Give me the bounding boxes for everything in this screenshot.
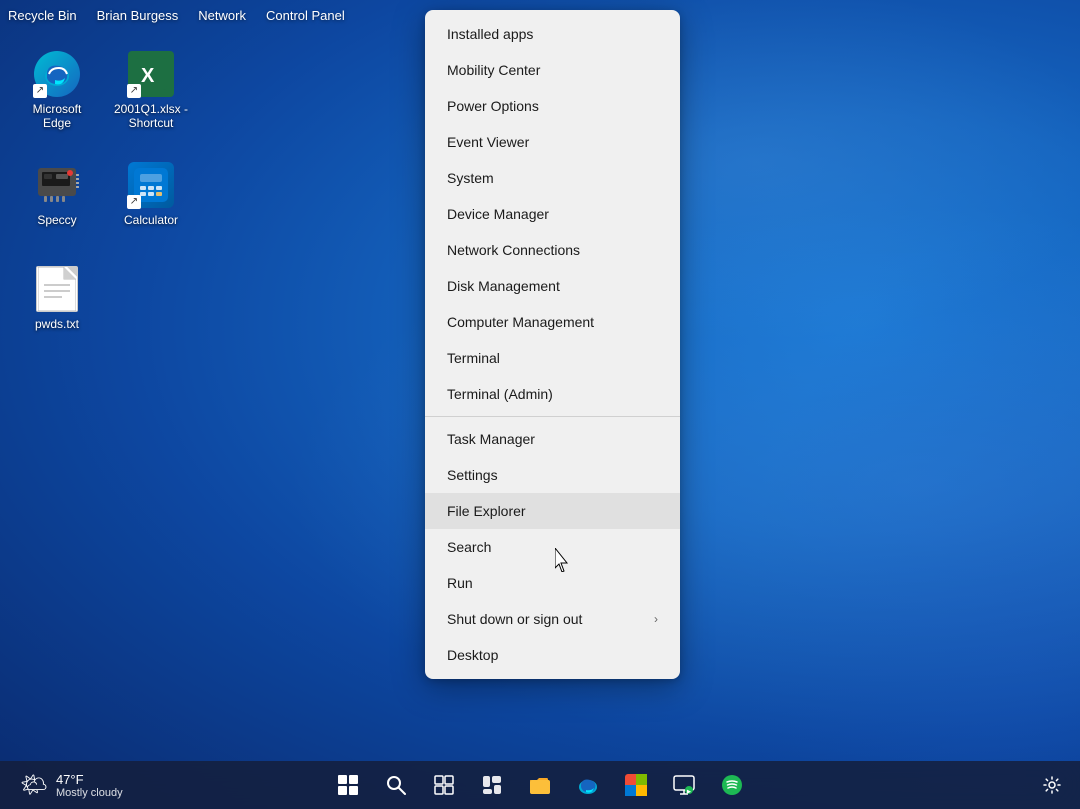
excel-label: 2001Q1.xlsx -Shortcut	[114, 102, 188, 131]
edge-icon-image: ↗	[33, 50, 81, 98]
menu-item-disk-management[interactable]: Disk Management	[425, 268, 680, 304]
txt-icon-image	[33, 265, 81, 313]
icon-speccy[interactable]: Speccy	[12, 144, 102, 244]
pwds-label: pwds.txt	[35, 317, 79, 331]
file-explorer-taskbar-button[interactable]	[520, 765, 560, 805]
menu-item-task-manager[interactable]: Task Manager	[425, 421, 680, 457]
menu-item-run[interactable]: Run	[425, 565, 680, 601]
menu-item-search[interactable]: Search	[425, 529, 680, 565]
svg-text:X: X	[141, 65, 155, 87]
menu-separator-1	[425, 416, 680, 417]
calc-label: Calculator	[124, 213, 178, 227]
weather-temp: 47°F	[56, 772, 123, 787]
desktop-icons: ↗ MicrosoftEdge X ↗ 2001Q1.xlsx -Shortcu…	[0, 0, 420, 809]
taskbar-center: ▶	[328, 765, 752, 805]
taskbar-left: 🌤 47°F Mostly cloudy	[12, 768, 131, 803]
menu-item-power-options[interactable]: Power Options	[425, 88, 680, 124]
weather-icon: 🌤	[20, 772, 48, 798]
settings-tray-icon[interactable]	[1036, 769, 1068, 801]
speccy-icon-image	[33, 161, 81, 209]
search-button[interactable]	[376, 765, 416, 805]
weather-text: 47°F Mostly cloudy	[56, 772, 123, 799]
desktop: Recycle Bin Brian Burgess Network Contro…	[0, 0, 1080, 809]
weather-desc: Mostly cloudy	[56, 787, 123, 799]
menu-item-computer-management[interactable]: Computer Management	[425, 304, 680, 340]
menu-item-network-connections[interactable]: Network Connections	[425, 232, 680, 268]
excel-icon-image: X ↗	[127, 50, 175, 98]
weather-widget[interactable]: 🌤 47°F Mostly cloudy	[12, 768, 131, 803]
widgets-button[interactable]	[472, 765, 512, 805]
start-button[interactable]	[328, 765, 368, 805]
excel-shortcut-arrow: ↗	[127, 84, 141, 98]
menu-item-shut-down[interactable]: Shut down or sign out ›	[425, 601, 680, 637]
menu-item-system[interactable]: System	[425, 160, 680, 196]
task-view-button[interactable]	[424, 765, 464, 805]
menu-item-device-manager[interactable]: Device Manager	[425, 196, 680, 232]
edge-taskbar-button[interactable]	[568, 765, 608, 805]
menu-item-terminal-admin[interactable]: Terminal (Admin)	[425, 376, 680, 412]
speccy-label: Speccy	[37, 213, 76, 227]
icon-calculator[interactable]: ↗ Calculator	[106, 144, 196, 244]
edge-shortcut-arrow: ↗	[33, 84, 47, 98]
menu-item-event-viewer[interactable]: Event Viewer	[425, 124, 680, 160]
icon-edge[interactable]: ↗ MicrosoftEdge	[12, 40, 102, 140]
store-taskbar-button[interactable]	[616, 765, 656, 805]
spotify-taskbar-button[interactable]	[712, 765, 752, 805]
menu-item-file-explorer[interactable]: File Explorer	[425, 493, 680, 529]
icon-excel[interactable]: X ↗ 2001Q1.xlsx -Shortcut	[106, 40, 196, 140]
taskbar: 🌤 47°F Mostly cloudy	[0, 761, 1080, 809]
calc-shortcut-arrow: ↗	[127, 195, 141, 209]
taskbar-right	[1036, 769, 1068, 801]
menu-item-terminal[interactable]: Terminal	[425, 340, 680, 376]
menu-item-installed-apps[interactable]: Installed apps	[425, 16, 680, 52]
menu-item-mobility-center[interactable]: Mobility Center	[425, 52, 680, 88]
icon-pwds[interactable]: pwds.txt	[12, 248, 102, 348]
calc-icon-image: ↗	[127, 161, 175, 209]
remote-desktop-taskbar-button[interactable]: ▶	[664, 765, 704, 805]
context-menu: Installed apps Mobility Center Power Opt…	[425, 10, 680, 679]
edge-label: MicrosoftEdge	[33, 102, 82, 131]
shut-down-arrow: ›	[654, 612, 658, 626]
txt-icon-graphic	[36, 266, 78, 312]
menu-item-desktop[interactable]: Desktop	[425, 637, 680, 673]
menu-item-settings[interactable]: Settings	[425, 457, 680, 493]
speccy-icon-graphic	[34, 162, 80, 208]
